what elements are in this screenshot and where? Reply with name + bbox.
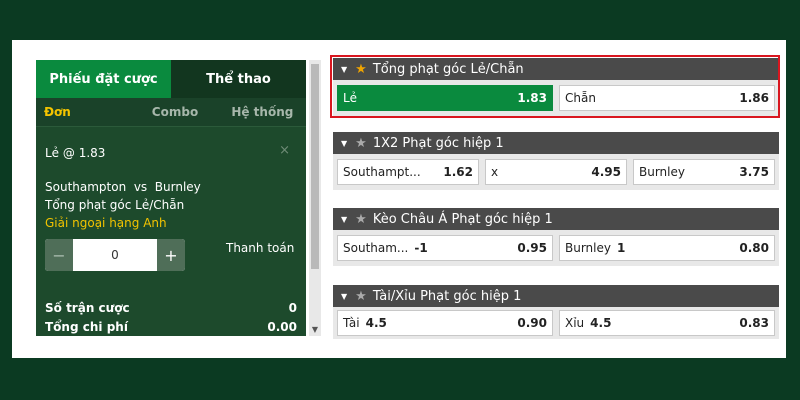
tab-system[interactable]: Hệ thống — [219, 98, 306, 126]
summary-row: Tổng chi phí 0.00 — [45, 317, 297, 336]
slip-summary: Số trận cược 0 Tổng chi phí 0.00 — [45, 298, 297, 336]
tab-combo[interactable]: Combo — [131, 98, 218, 126]
market-header[interactable]: ▼ ★ Kèo Châu Á Phạt góc hiệp 1 — [333, 208, 779, 230]
summary-label: Tổng chi phí — [45, 319, 128, 334]
option-odds: 3.75 — [739, 165, 769, 179]
option-handicap: 4.5 — [365, 316, 387, 330]
option-odds: 1.62 — [443, 165, 473, 179]
market-over-under: ▼ ★ Tài/Xỉu Phạt góc hiệp 1 Tài 4.5 0.90… — [333, 285, 779, 339]
market-1x2-corners: ▼ ★ 1X2 Phạt góc hiệp 1 Southampt... 1.6… — [333, 132, 779, 190]
market-title: Tài/Xỉu Phạt góc hiệp 1 — [372, 288, 522, 304]
summary-row: Số trận cược 0 — [45, 298, 297, 317]
option-odds: 0.90 — [517, 316, 547, 330]
star-icon[interactable]: ★ — [355, 289, 367, 304]
collapse-caret-icon[interactable]: ▼ — [341, 139, 347, 148]
plus-button[interactable]: + — [157, 239, 185, 271]
odds-cell-home[interactable]: Southam... -1 0.95 — [337, 235, 553, 261]
option-odds: 0.95 — [517, 241, 547, 255]
selection-summary: Lẻ @ 1.83 — [45, 146, 106, 160]
market-title: 1X2 Phạt góc hiệp 1 — [372, 135, 504, 151]
option-label: Burnley — [565, 241, 611, 255]
market-header[interactable]: ▼ ★ Tài/Xỉu Phạt góc hiệp 1 — [333, 285, 779, 307]
odds-cell-under[interactable]: Xỉu 4.5 0.83 — [559, 310, 775, 336]
minus-button[interactable]: − — [45, 239, 73, 271]
stake-input[interactable] — [73, 239, 157, 271]
market-options: Southam... -1 0.95 Burnley 1 0.80 — [333, 230, 779, 266]
option-handicap: 4.5 — [590, 316, 612, 330]
option-handicap: 1 — [616, 241, 626, 255]
option-odds: 0.83 — [739, 316, 769, 330]
option-label-group: Xỉu 4.5 — [565, 316, 611, 330]
tab-sports[interactable]: Thể thao — [171, 60, 306, 98]
option-odds: 0.80 — [739, 241, 769, 255]
market-header[interactable]: ▼ ★ 1X2 Phạt góc hiệp 1 — [333, 132, 779, 154]
option-label-group: Southam... -1 — [343, 241, 428, 255]
odds-cell-away[interactable]: Burnley 1 0.80 — [559, 235, 775, 261]
option-label: x — [491, 165, 499, 179]
market-options: Tài 4.5 0.90 Xỉu 4.5 0.83 — [333, 307, 779, 339]
highlight-box — [330, 55, 780, 118]
bet-type-tabs: Đơn Combo Hệ thống — [36, 98, 306, 127]
option-label-group: Burnley 1 — [565, 241, 625, 255]
slip-tabs: Phiếu đặt cược Thể thao — [36, 60, 306, 98]
collapse-caret-icon[interactable]: ▼ — [341, 215, 347, 224]
market-options: Southampt... 1.62 x 4.95 Burnley 3.75 — [333, 154, 779, 190]
option-label: Burnley — [639, 165, 685, 179]
bet-slip: Phiếu đặt cược Thể thao Đơn Combo Hệ thố… — [36, 60, 306, 336]
odds-cell-away[interactable]: Burnley 3.75 — [633, 159, 775, 185]
selection-info: Southampton vs Burnley Tổng phạt góc Lẻ/… — [45, 178, 201, 232]
option-label-group: Tài 4.5 — [343, 316, 387, 330]
option-label: Tài — [343, 316, 360, 330]
odds-cell-draw[interactable]: x 4.95 — [485, 159, 627, 185]
star-icon[interactable]: ★ — [355, 136, 367, 151]
odds-cell-home[interactable]: Southampt... 1.62 — [337, 159, 479, 185]
stake-stepper: − + — [45, 239, 185, 271]
summary-label: Số trận cược — [45, 300, 130, 315]
odds-cell-over[interactable]: Tài 4.5 0.90 — [337, 310, 553, 336]
option-label: Xỉu — [565, 316, 585, 330]
match-name: Southampton vs Burnley — [45, 180, 201, 194]
slip-scrollbar[interactable]: ▼ — [309, 60, 321, 336]
scroll-thumb[interactable] — [311, 64, 319, 269]
collapse-caret-icon[interactable]: ▼ — [341, 292, 347, 301]
option-label: Southam... — [343, 241, 409, 255]
summary-value: 0 — [288, 300, 297, 315]
option-odds: 4.95 — [591, 165, 621, 179]
summary-value: 0.00 — [267, 319, 297, 334]
market-title: Kèo Châu Á Phạt góc hiệp 1 — [372, 211, 553, 227]
market-name: Tổng phạt góc Lẻ/Chẵn — [45, 198, 185, 212]
tab-bet-slip[interactable]: Phiếu đặt cược — [36, 60, 171, 98]
close-icon[interactable]: × — [279, 143, 290, 158]
option-handicap: -1 — [414, 241, 428, 255]
league-name: Giải ngoại hạng Anh — [45, 216, 167, 230]
tab-single[interactable]: Đơn — [36, 98, 131, 126]
market-asian-handicap: ▼ ★ Kèo Châu Á Phạt góc hiệp 1 Southam..… — [333, 208, 779, 266]
option-label: Southampt... — [343, 165, 421, 179]
scroll-down-icon[interactable]: ▼ — [310, 325, 320, 334]
star-icon[interactable]: ★ — [355, 212, 367, 227]
pay-label: Thanh toán — [226, 241, 295, 255]
